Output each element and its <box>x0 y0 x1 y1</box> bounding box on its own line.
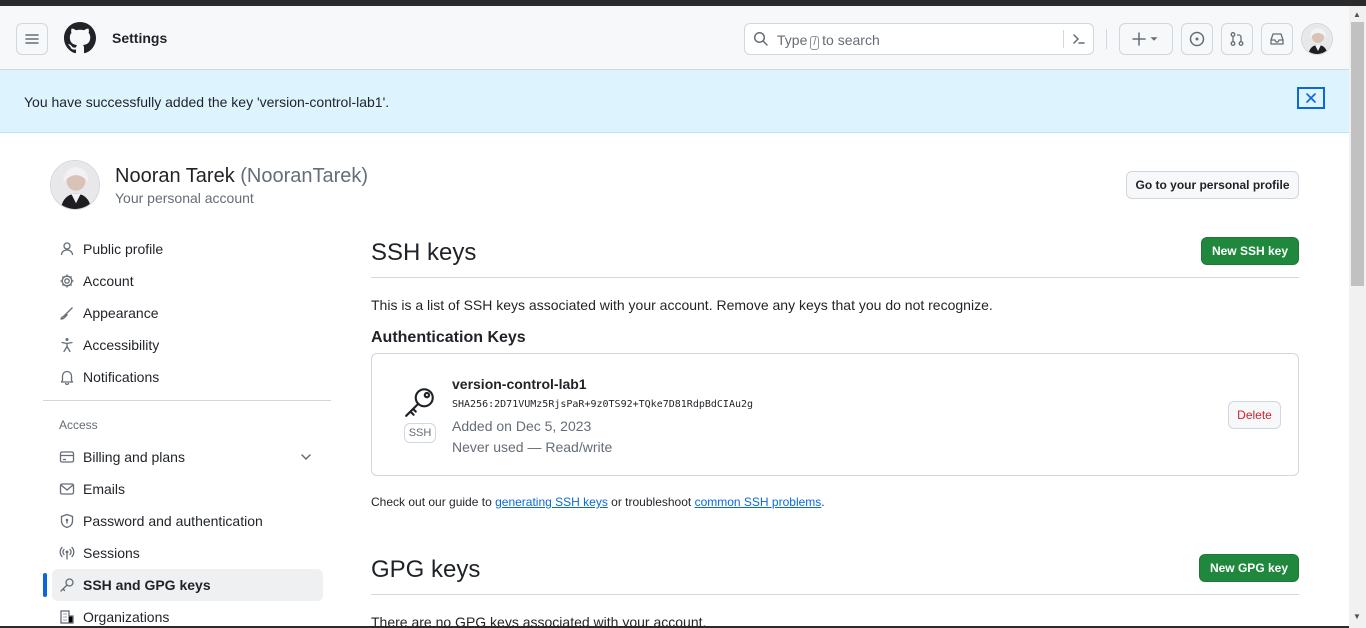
organization-icon <box>59 609 75 625</box>
sidebar-heading-access: Access <box>59 418 98 432</box>
ssh-heading-rule <box>371 277 1299 278</box>
github-logo-icon[interactable] <box>64 22 96 54</box>
mail-icon <box>59 481 75 497</box>
sidebar-item-label: Notifications <box>83 369 160 385</box>
scroll-down-arrow-icon[interactable]: ▼ <box>1353 612 1361 621</box>
ssh-description: This is a list of SSH keys associated wi… <box>371 297 993 313</box>
sidebar-item-organizations[interactable]: Organizations <box>52 601 323 628</box>
active-indicator <box>43 573 47 597</box>
scroll-up-arrow-icon[interactable]: ▲ <box>1353 10 1361 19</box>
sidebar-item-label: Organizations <box>83 609 170 625</box>
account-avatar <box>50 160 100 210</box>
sidebar-item-emails[interactable]: Emails <box>52 473 323 505</box>
gpg-heading-rule <box>371 594 1299 595</box>
credit-card-icon <box>59 449 75 465</box>
delete-key-button[interactable]: Delete <box>1228 401 1281 429</box>
ssh-key-item <box>371 353 1299 476</box>
issues-button[interactable] <box>1181 23 1213 55</box>
sidebar-item-accessibility[interactable]: Accessibility <box>52 329 323 361</box>
pull-requests-button[interactable] <box>1221 23 1253 55</box>
flash-close-button[interactable] <box>1297 87 1325 109</box>
plus-icon <box>1132 32 1146 46</box>
triangle-down-icon <box>1150 37 1158 41</box>
ssh-guide-text: Check out our guide to generating SSH ke… <box>371 495 825 509</box>
accessibility-icon <box>59 337 75 353</box>
account-name: Nooran Tarek (NooranTarek) <box>115 165 368 188</box>
sidebar-item-ssh-gpg-keys[interactable]: SSH and GPG keys <box>52 569 323 601</box>
common-ssh-problems-link[interactable]: common SSH problems <box>695 495 822 509</box>
new-ssh-key-button[interactable]: New SSH key <box>1201 237 1299 265</box>
search-placeholder: Type / to search <box>777 32 880 50</box>
ssh-type-label: SSH <box>404 423 436 443</box>
hamburger-icon <box>25 34 39 44</box>
chevron-down-icon[interactable] <box>298 449 314 465</box>
ssh-key-added-date: Added on Dec 5, 2023 <box>452 418 592 434</box>
ssh-keys-heading: SSH keys <box>371 239 477 266</box>
page-scrollbar[interactable]: ▲ ▼ <box>1349 6 1366 628</box>
key-icon <box>59 577 75 593</box>
sidebar-divider <box>43 400 331 401</box>
create-new-button[interactable] <box>1119 23 1173 55</box>
sidebar-item-label: Public profile <box>83 241 164 257</box>
ssh-key-fingerprint: SHA256:2D71VUMz5RjsPaR+9z0TS92+TQke7D81R… <box>452 399 754 410</box>
gear-icon <box>59 273 75 289</box>
sidebar-item-notifications[interactable]: Notifications <box>52 361 323 393</box>
account-display-name[interactable]: Nooran Tarek <box>115 165 235 187</box>
account-subtitle: Your personal account <box>115 190 254 206</box>
close-icon <box>1306 93 1316 103</box>
sidebar-item-label: Emails <box>83 481 126 497</box>
sidebar-item-appearance[interactable]: Appearance <box>52 297 323 329</box>
inbox-button[interactable] <box>1261 23 1293 55</box>
sidebar-item-label: Sessions <box>83 545 140 561</box>
ssh-key-title: version-control-lab1 <box>452 376 587 392</box>
search-input[interactable]: Type / to search <box>744 23 1094 55</box>
sidebar-item-label: Billing and plans <box>83 449 185 465</box>
key-icon <box>405 388 434 417</box>
gpg-keys-heading: GPG keys <box>371 556 481 583</box>
person-icon <box>59 241 75 257</box>
go-to-profile-button[interactable]: Go to your personal profile <box>1126 171 1299 199</box>
sidebar-item-label: Password and authentication <box>83 513 263 529</box>
avatar-image <box>1302 24 1332 54</box>
flash-text: You have successfully added the key 'ver… <box>24 94 390 110</box>
search-divider <box>1063 30 1064 48</box>
command-palette-icon[interactable] <box>1071 31 1087 47</box>
sidebar-item-sessions[interactable]: Sessions <box>52 537 323 569</box>
user-avatar[interactable] <box>1301 23 1333 55</box>
header-separator <box>1106 29 1107 49</box>
inbox-icon <box>1270 33 1284 45</box>
sidebar-item-account[interactable]: Account <box>52 265 323 297</box>
generating-ssh-keys-link[interactable]: generating SSH keys <box>495 495 608 509</box>
sidebar-item-billing[interactable]: Billing and plans <box>52 441 323 473</box>
search-icon <box>753 31 768 46</box>
context-title[interactable]: Settings <box>112 30 167 46</box>
git-pull-request-icon <box>1230 32 1244 46</box>
sidebar-item-label: Account <box>83 273 134 289</box>
ssh-key-usage: Never used — Read/write <box>452 439 613 455</box>
broadcast-icon <box>59 545 75 561</box>
issue-opened-icon <box>1189 31 1205 47</box>
bell-icon <box>59 369 75 385</box>
sidebar-item-password-authentication[interactable]: Password and authentication <box>52 505 323 537</box>
menu-button[interactable] <box>16 23 48 55</box>
auth-keys-heading: Authentication Keys <box>371 329 526 346</box>
sidebar-item-public-profile[interactable]: Public profile <box>52 233 323 265</box>
sidebar-item-label: Accessibility <box>83 337 160 353</box>
shield-lock-icon <box>59 513 75 529</box>
sidebar-item-label: SSH and GPG keys <box>83 577 211 593</box>
paintbrush-icon <box>59 305 75 321</box>
scrollbar-thumb[interactable] <box>1351 22 1364 286</box>
sidebar-item-label: Appearance <box>83 305 159 321</box>
flash-message: You have successfully added the key 'ver… <box>0 70 1349 133</box>
search-shortcut-key: / <box>810 36 820 50</box>
global-header: Settings Type / to search <box>0 6 1349 70</box>
avatar-image <box>51 161 99 209</box>
new-gpg-key-button[interactable]: New GPG key <box>1199 554 1299 582</box>
account-login[interactable]: (NooranTarek) <box>240 165 368 187</box>
